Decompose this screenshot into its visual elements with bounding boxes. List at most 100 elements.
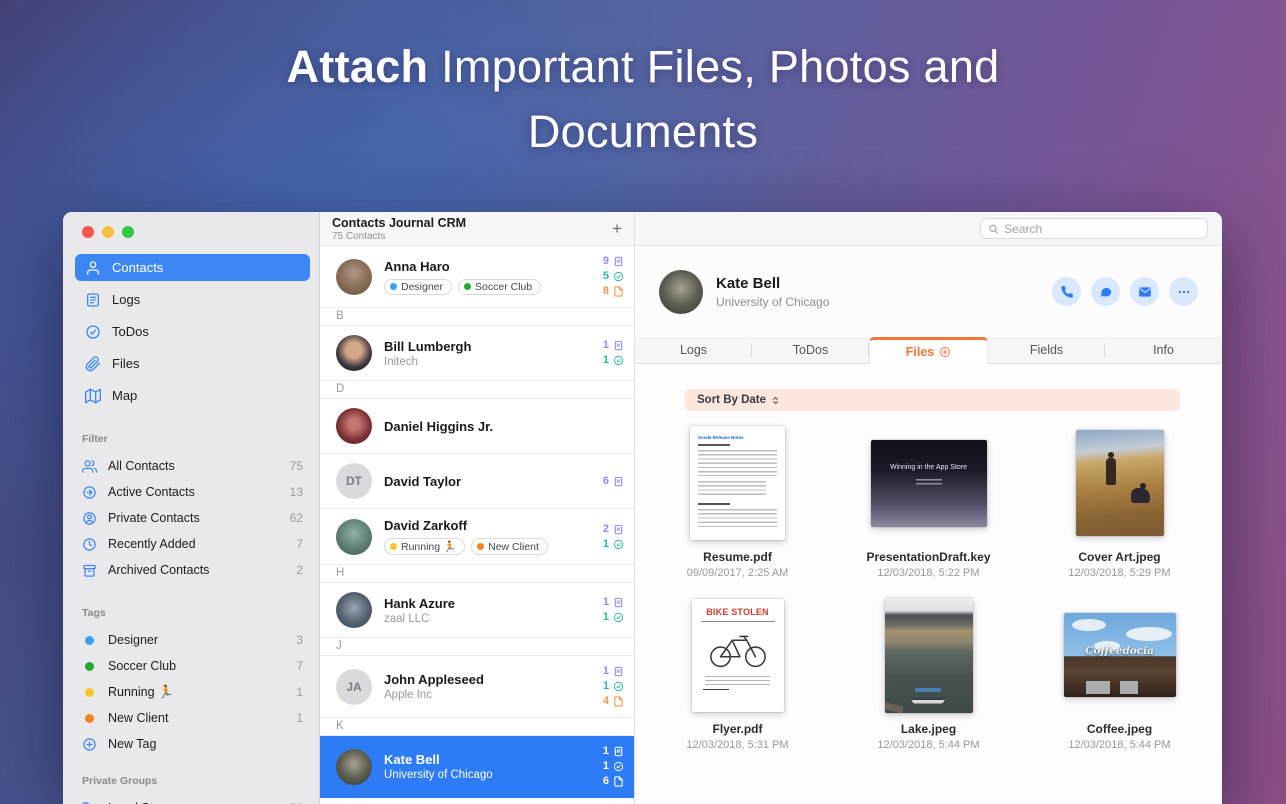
ellipsis-icon [1177, 285, 1191, 299]
private-groups-section-header: Private Groups [82, 775, 158, 787]
call-button[interactable] [1052, 277, 1081, 306]
filter-count: 7 [296, 537, 303, 551]
tag-label: Designer [108, 633, 159, 647]
contact-row-anna-haro[interactable]: Anna Haro Designer Soccer Club 9 5 8 [320, 246, 634, 308]
contact-row-david-taylor[interactable]: DT David Taylor 6 [320, 454, 634, 509]
cover-art-thumbnail [1075, 430, 1164, 536]
file-icon [613, 286, 624, 297]
file-icon [613, 696, 624, 707]
sidebar-item-logs[interactable]: Logs [75, 286, 310, 313]
todo-icon [613, 271, 624, 282]
log-icon [613, 256, 624, 267]
tab-todos[interactable]: ToDos [752, 337, 869, 363]
contact-list-header: Contacts Journal CRM 75 Contacts + [320, 212, 634, 246]
file-card-cover-art[interactable]: Cover Art.jpeg 12/03/2018, 5:29 PM [1028, 425, 1211, 579]
contact-detail-name: Kate Bell [716, 274, 781, 292]
filter-archived-contacts[interactable]: Archived Contacts 2 [75, 557, 310, 583]
todo-icon [613, 612, 624, 623]
log-icon [613, 746, 624, 757]
filter-recently-added[interactable]: Recently Added 7 [75, 531, 310, 557]
tag-designer[interactable]: Designer 3 [75, 627, 310, 653]
filter-active-contacts[interactable]: Active Contacts 13 [75, 479, 310, 505]
filter-count: 2 [296, 563, 303, 577]
resume-text-lines [698, 450, 777, 476]
log-icon [613, 340, 624, 351]
file-card-presentation[interactable]: Winning in the App Store PresentationDra… [837, 425, 1020, 579]
list-title: Contacts Journal CRM [332, 215, 467, 230]
tab-fields[interactable]: Fields [988, 337, 1105, 363]
contact-tag-pill: New Client [471, 538, 548, 555]
tab-files-active[interactable]: Files [869, 337, 988, 364]
tag-label: Soccer Club [108, 659, 177, 673]
clock-icon [82, 537, 97, 552]
todo-icon [613, 681, 624, 692]
tag-new-client[interactable]: New Client 1 [75, 705, 310, 731]
add-contact-button[interactable]: + [612, 220, 622, 237]
contact-row-bill-lumbergh[interactable]: Bill Lumbergh Initech 1 1 [320, 326, 634, 381]
log-icon [613, 476, 624, 487]
logs-count: 6 [603, 475, 624, 488]
tag-soccer-club[interactable]: Soccer Club 7 [75, 653, 310, 679]
logs-count: 1 [603, 596, 624, 609]
message-button[interactable] [1091, 277, 1120, 306]
detail-toolbar [635, 212, 1222, 246]
contact-row-john-appleseed[interactable]: JA John Appleseed Apple Inc 1 1 4 [320, 656, 634, 718]
window-controls [75, 226, 310, 238]
tag-running[interactable]: Running 🏃 1 [75, 679, 310, 705]
avatar [336, 748, 372, 785]
hero-title-line2: Documents [527, 106, 759, 158]
sort-by-date-dropdown[interactable]: Sort By Date [685, 389, 1180, 411]
sidebar-item-contacts[interactable]: Contacts [75, 254, 310, 281]
todo-icon [613, 355, 624, 366]
tab-logs[interactable]: Logs [635, 337, 752, 363]
tab-info[interactable]: Info [1105, 337, 1222, 363]
hero-title-bold: Attach [286, 41, 429, 92]
file-card-resume[interactable]: Xcode Release Notes Resume.pdf 09/09/201… [646, 425, 829, 579]
file-name: Coffee.jpeg [1086, 722, 1153, 736]
tag-dot [464, 283, 472, 290]
sidebar-item-files[interactable]: Files [75, 350, 310, 377]
contact-counts: 1 1 4 [603, 665, 624, 708]
sidebar-item-todos[interactable]: ToDos [75, 318, 310, 345]
cloud-shape [1125, 627, 1172, 641]
tags-section-header: Tags [82, 607, 106, 619]
filter-count: 62 [289, 511, 303, 525]
filter-count: 75 [289, 459, 303, 473]
contact-row-david-zarkoff[interactable]: David Zarkoff Running 🏃 New Client 2 1 [320, 509, 634, 565]
group-local-stores[interactable]: Local Stores 52 [75, 795, 310, 804]
contact-counts: 1 1 [603, 339, 624, 367]
file-date: 12/03/2018, 5:44 PM [877, 739, 980, 751]
tag-label: New Client [108, 711, 169, 725]
file-card-flyer[interactable]: BIKE STOLEN Flyer.pdf 12/03/2018, 5:31 P… [646, 597, 829, 751]
plus-circle-icon [939, 346, 951, 358]
file-card-coffee[interactable]: Coffeedocia Coffee.jpeg 12/03/2018, 5:44… [1028, 597, 1211, 751]
contact-detail-org: University of Chicago [716, 294, 830, 309]
more-button[interactable] [1169, 277, 1198, 306]
filter-private-contacts[interactable]: Private Contacts 62 [75, 505, 310, 531]
new-tag-button[interactable]: New Tag [75, 731, 310, 757]
filter-all-contacts[interactable]: All Contacts 75 [75, 453, 310, 479]
search-input[interactable] [1004, 221, 1200, 236]
contact-name: David Taylor [384, 473, 462, 489]
file-card-lake[interactable]: Lake.jpeg 12/03/2018, 5:44 PM [837, 597, 1020, 751]
minimize-window-button[interactable] [102, 226, 114, 238]
resume-text-lines [698, 509, 777, 530]
contact-tag-pill: Running 🏃 [384, 538, 466, 555]
tag-dot [390, 283, 397, 290]
boat-shape [910, 687, 945, 704]
section-letter: D [320, 381, 634, 399]
email-button[interactable] [1130, 277, 1159, 306]
contact-row-hank-azure[interactable]: Hank Azure zaal LLC 1 1 [320, 583, 634, 638]
search-field[interactable] [980, 218, 1208, 239]
close-window-button[interactable] [82, 226, 94, 238]
new-tag-label: New Tag [108, 737, 157, 751]
zoom-window-button[interactable] [122, 226, 134, 238]
contact-org: zaal LLC [384, 612, 430, 625]
sidebar-item-map[interactable]: Map [75, 382, 310, 409]
file-name: Lake.jpeg [900, 722, 957, 736]
filter-label: Recently Added [108, 537, 196, 551]
resume-doc-title: Xcode Release Notes [698, 435, 744, 440]
section-letter: B [320, 308, 634, 326]
contact-row-kate-bell-selected[interactable]: Kate Bell University of Chicago 1 1 6 [320, 736, 634, 798]
contact-row-daniel-higgins[interactable]: Daniel Higgins Jr. [320, 399, 634, 454]
